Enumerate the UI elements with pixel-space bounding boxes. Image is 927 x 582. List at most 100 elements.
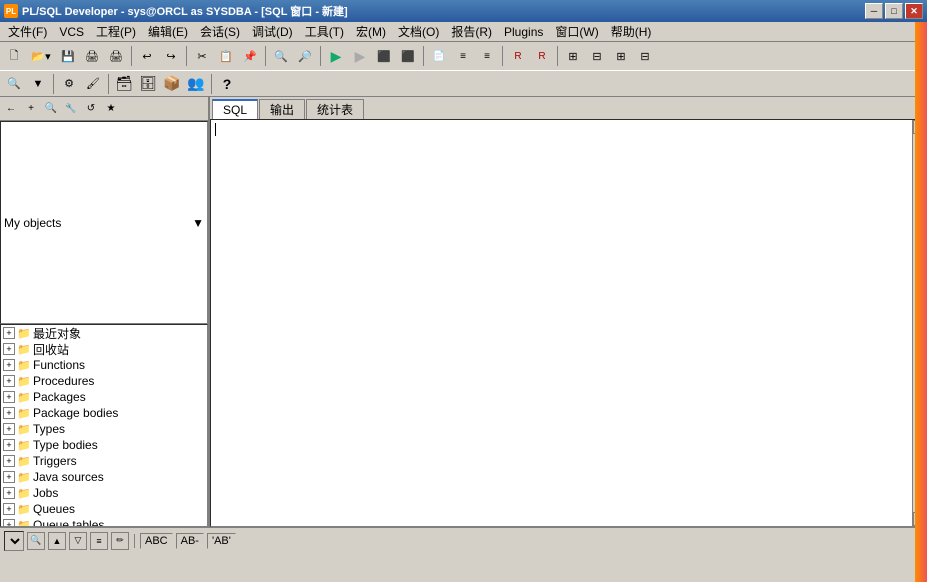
add-button[interactable]: + [22, 100, 40, 118]
menu-reports[interactable]: 报告(R) [445, 21, 498, 42]
bottom-btn-list[interactable]: ≡ [90, 532, 108, 550]
tree-folder-icon: 📁 [17, 343, 31, 355]
tree-item[interactable]: +📁Procedures [1, 373, 207, 389]
tree-expand-icon[interactable]: + [3, 519, 15, 527]
menu-project[interactable]: 工程(P) [90, 21, 142, 42]
print-preview-button[interactable]: 🖨 [105, 45, 127, 67]
tree-expand-icon[interactable]: + [3, 487, 15, 499]
tree-folder-icon: 📁 [17, 503, 31, 515]
db2-button[interactable]: 🗄 [137, 73, 159, 95]
tree-expand-icon[interactable]: + [3, 375, 15, 387]
refresh-button[interactable]: ↺ [82, 100, 100, 118]
tree-item[interactable]: +📁Java sources [1, 469, 207, 485]
minimize-button[interactable]: ─ [865, 3, 883, 19]
db3-button[interactable]: 📦 [161, 73, 183, 95]
tree-folder-icon: 📁 [17, 391, 31, 403]
grid2-button[interactable]: ⊟ [586, 45, 608, 67]
cut-button[interactable]: ✂ [191, 45, 213, 67]
dropdown-button[interactable]: ▼ [27, 73, 49, 95]
title-controls[interactable]: ─ □ ✕ [865, 3, 923, 19]
bottom-btn-up[interactable]: ▲ [48, 532, 66, 550]
bottom-btn-search[interactable]: 🔍 [27, 532, 45, 550]
open-button[interactable]: 📂▾ [27, 45, 55, 67]
tree-expand-icon[interactable]: + [3, 327, 15, 339]
menu-debug[interactable]: 调试(D) [246, 21, 299, 42]
run-button[interactable]: ▶ [325, 45, 347, 67]
search-button[interactable]: 🔍 [3, 73, 25, 95]
undo-button[interactable]: ↩ [136, 45, 158, 67]
gear-button[interactable]: ⚙ [58, 73, 80, 95]
tree-item[interactable]: +📁回收站 [1, 341, 207, 357]
tree-expand-icon[interactable]: + [3, 471, 15, 483]
menu-docs[interactable]: 文档(O) [392, 21, 445, 42]
help-button[interactable]: ? [216, 73, 238, 95]
tree-item[interactable]: +📁最近对象 [1, 325, 207, 341]
sql-editor-content[interactable] [211, 120, 926, 526]
copy-button[interactable]: 📋 [215, 45, 237, 67]
save-button[interactable]: 💾 [57, 45, 79, 67]
find-button[interactable]: 🔍 [270, 45, 292, 67]
bookmark-button[interactable]: ★ [102, 100, 120, 118]
tree-item[interactable]: +📁Queue tables [1, 517, 207, 527]
tree-item[interactable]: +📁Triggers [1, 453, 207, 469]
menu-edit[interactable]: 编辑(E) [142, 21, 194, 42]
grid3-button[interactable]: ⊞ [610, 45, 632, 67]
tree-expand-icon[interactable]: + [3, 343, 15, 355]
tree-item[interactable]: +📁Jobs [1, 485, 207, 501]
filter-button[interactable]: 🔧 [62, 100, 80, 118]
tree-item[interactable]: +📁Type bodies [1, 437, 207, 453]
stop-button[interactable]: ⬛ [373, 45, 395, 67]
format2-button[interactable]: ≡ [476, 45, 498, 67]
tree-expand-icon[interactable]: + [3, 391, 15, 403]
tree-item[interactable]: +📁Package bodies [1, 405, 207, 421]
red1-button[interactable]: R [507, 45, 529, 67]
maximize-button[interactable]: □ [885, 3, 903, 19]
tree-expand-icon[interactable]: + [3, 503, 15, 515]
print-button[interactable]: 🖨 [81, 45, 103, 67]
menu-tools[interactable]: 工具(T) [299, 21, 350, 42]
bottom-btn-edit[interactable]: ✏ [111, 532, 129, 550]
tree-expand-icon[interactable]: + [3, 423, 15, 435]
red2-button[interactable]: R [531, 45, 553, 67]
menu-window[interactable]: 窗口(W) [549, 21, 604, 42]
paste-button[interactable]: 📌 [239, 45, 261, 67]
dropdown-value: My objects [4, 216, 61, 230]
compile-button[interactable]: 📄 [428, 45, 450, 67]
new-button[interactable]: 🗋 [3, 45, 25, 67]
menu-plugins[interactable]: Plugins [498, 23, 549, 41]
tree-expand-icon[interactable]: + [3, 359, 15, 371]
close-button[interactable]: ✕ [905, 3, 923, 19]
user-button[interactable]: 👥 [185, 73, 207, 95]
objects-dropdown[interactable]: My objects ▼ [0, 121, 208, 324]
tree-expand-icon[interactable]: + [3, 455, 15, 467]
bottom-select[interactable] [4, 531, 24, 551]
menu-help[interactable]: 帮助(H) [605, 21, 658, 42]
tab-stats[interactable]: 统计表 [306, 99, 364, 119]
bottom-btn-down[interactable]: ▽ [69, 532, 87, 550]
grid4-button[interactable]: ⊟ [634, 45, 656, 67]
tree-item[interactable]: +📁Queues [1, 501, 207, 517]
db1-button[interactable]: 🗃 [113, 73, 135, 95]
stop2-button[interactable]: ⬛ [397, 45, 419, 67]
redo-button[interactable]: ↪ [160, 45, 182, 67]
tree-expand-icon[interactable]: + [3, 439, 15, 451]
grid1-button[interactable]: ⊞ [562, 45, 584, 67]
menu-file[interactable]: 文件(F) [2, 21, 53, 42]
tree-item[interactable]: +📁Packages [1, 389, 207, 405]
tree-expand-icon[interactable]: + [3, 407, 15, 419]
tab-output[interactable]: 输出 [259, 99, 305, 119]
find-obj-button[interactable]: 🔎 [294, 45, 316, 67]
back-button[interactable]: ← [2, 100, 20, 118]
brush-button[interactable]: 🖌 [82, 73, 104, 95]
run2-button[interactable]: ▶ [349, 45, 371, 67]
menu-macro[interactable]: 宏(M) [350, 21, 392, 42]
find-button2[interactable]: 🔍 [42, 100, 60, 118]
menu-vcs[interactable]: VCS [53, 23, 90, 41]
tab-sql[interactable]: SQL [212, 99, 258, 119]
sql-editor[interactable]: ▲ ▼ [210, 119, 927, 527]
sep7 [557, 46, 558, 66]
menu-session[interactable]: 会话(S) [194, 21, 246, 42]
tree-item[interactable]: +📁Functions [1, 357, 207, 373]
tree-item[interactable]: +📁Types [1, 421, 207, 437]
format-button[interactable]: ≡ [452, 45, 474, 67]
